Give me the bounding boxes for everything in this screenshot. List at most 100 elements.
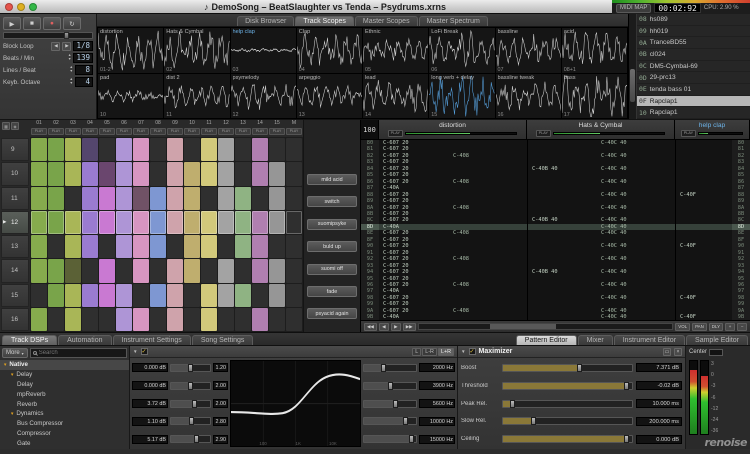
eq-frequency-value[interactable]: 5600 Hz (419, 399, 455, 409)
matrix-cell[interactable] (31, 235, 47, 259)
minimize-window-button[interactable] (17, 2, 25, 11)
matrix-cell[interactable] (116, 307, 132, 331)
matrix-cell[interactable] (82, 162, 98, 186)
spin-down-icon[interactable]: ▼ (69, 81, 73, 86)
matrix-cell[interactable] (116, 162, 132, 186)
eq-frequency-slider[interactable] (363, 435, 417, 444)
eq-frequency-slider[interactable] (363, 363, 417, 372)
matrix-mute-toggle[interactable]: PLAY (31, 128, 47, 135)
matrix-cell[interactable] (116, 283, 132, 307)
matrix-cell[interactable] (116, 259, 132, 283)
sequence-label[interactable]: suomipsyke (307, 218, 357, 230)
param-value[interactable]: 0.000 dB (636, 434, 682, 444)
matrix-cell[interactable] (31, 138, 47, 162)
eq-frequency-value[interactable]: 2000 Hz (419, 363, 455, 373)
collapse-device-icon[interactable]: ▼ (461, 349, 466, 354)
slider-handle[interactable] (393, 399, 399, 408)
matrix-cell[interactable] (99, 162, 115, 186)
eq-frequency-value[interactable]: 10000 Hz (419, 416, 455, 426)
slider-handle[interactable] (63, 32, 69, 39)
sequence-label[interactable]: suomi off (307, 263, 357, 275)
matrix-cell[interactable] (133, 235, 149, 259)
sequence-label[interactable]: mild acid (307, 174, 357, 185)
matrix-sequence-slot[interactable]: 16 (1, 307, 29, 331)
matrix-cell[interactable] (48, 210, 64, 234)
eq-bandwidth-value[interactable]: 2.90 (213, 434, 228, 444)
matrix-cell[interactable] (184, 162, 200, 186)
matrix-cell[interactable] (218, 283, 234, 307)
matrix-cell[interactable] (150, 162, 166, 186)
matrix-mute-toggle[interactable]: PLAY (133, 128, 149, 135)
instrument-item[interactable]: 0E tenda bass 01 (637, 84, 750, 96)
matrix-cell[interactable] (116, 186, 132, 210)
device-close-button[interactable]: × (674, 347, 682, 356)
matrix-cell[interactable] (201, 186, 217, 210)
matrix-cell[interactable] (269, 259, 285, 283)
matrix-mute-toggle[interactable]: PLAY (82, 128, 98, 135)
pattern-editor-grid[interactable]: 80 C-607 20 C-40C 40 80 81 C-607 20 81 82 C-607 … (361, 140, 750, 320)
matrix-cell[interactable] (235, 235, 251, 259)
matrix-cell[interactable] (252, 138, 268, 162)
matrix-mute-toggle[interactable]: PLAY (252, 128, 268, 135)
eq-gain-slider[interactable] (170, 363, 211, 372)
dsp-tree-item[interactable]: ▼ Delay (0, 370, 129, 380)
track-header-help-clap[interactable]: help clap PLAY (675, 120, 750, 139)
instrument-item[interactable]: 0F Rapclap1 (637, 95, 750, 108)
matrix-cell[interactable] (252, 235, 268, 259)
eq-gain-value[interactable]: 0.000 dB (132, 363, 168, 373)
slider-handle[interactable] (623, 435, 629, 444)
matrix-cell[interactable] (184, 235, 200, 259)
matrix-cell[interactable] (48, 186, 64, 210)
zoom-window-button[interactable] (29, 2, 37, 11)
matrix-cell[interactable] (99, 259, 115, 283)
matrix-cell[interactable] (201, 138, 217, 162)
matrix-cell[interactable] (235, 138, 251, 162)
matrix-cell[interactable] (133, 186, 149, 210)
scope-long-verb-delay[interactable]: long verb + delay 15 (429, 73, 495, 118)
matrix-cell[interactable] (252, 259, 268, 283)
go-next-button[interactable]: ▶ (390, 322, 401, 331)
param-value[interactable]: -0.02 dB (636, 381, 682, 391)
matrix-cell[interactable] (235, 283, 251, 307)
matrix-cell[interactable] (31, 283, 47, 307)
matrix-mute-toggle[interactable]: PLAY (167, 128, 183, 135)
matrix-cell[interactable] (201, 259, 217, 283)
matrix-cell[interactable] (269, 283, 285, 307)
matrix-cell[interactable] (82, 186, 98, 210)
bpm-value[interactable]: 139 (73, 53, 93, 63)
eq-gain-slider[interactable] (170, 381, 211, 390)
slider-handle[interactable] (388, 381, 394, 390)
param-slider[interactable] (502, 399, 633, 408)
matrix-cell[interactable] (82, 210, 98, 234)
matrix-cell[interactable] (150, 235, 166, 259)
scrollbar-thumb[interactable] (630, 68, 635, 103)
matrix-mute-toggle[interactable]: PLAY (65, 128, 81, 135)
block-loop-next-button[interactable]: ▶ (62, 41, 72, 51)
matrix-cell[interactable] (133, 138, 149, 162)
tab-sample-editor[interactable]: Sample Editor (686, 335, 748, 345)
eq-enabled-checkbox[interactable]: ✓ (140, 348, 148, 355)
slider-handle[interactable] (187, 381, 193, 390)
matrix-cell[interactable] (116, 138, 132, 162)
slider-handle[interactable] (409, 435, 415, 444)
param-value[interactable]: 7.371 dB (636, 363, 682, 373)
zoom-in-button[interactable]: + (725, 322, 735, 331)
channel-button-l-r[interactable]: L-R (422, 347, 437, 356)
device-minimize-button[interactable]: ▭ (663, 347, 671, 356)
matrix-cell[interactable] (31, 210, 47, 234)
matrix-mute-toggle[interactable]: PLAY (150, 128, 166, 135)
scope-pad[interactable]: pad 10 (98, 73, 164, 118)
midi-map-button[interactable]: MIDI MAP (616, 3, 652, 13)
scope-psymelody[interactable]: psymelody 12 (230, 73, 296, 118)
octave-value[interactable]: 4 (75, 77, 93, 87)
matrix-loop-button[interactable]: ◈ (11, 122, 19, 130)
matrix-mute-toggle[interactable]: PLAY (218, 128, 234, 135)
matrix-cell[interactable] (286, 307, 302, 331)
matrix-cell[interactable] (31, 259, 47, 283)
octave-spinner[interactable]: ▲ ▼ (69, 78, 73, 85)
search-box[interactable] (29, 348, 127, 358)
matrix-cell[interactable] (48, 259, 64, 283)
matrix-cell[interactable] (133, 307, 149, 331)
matrix-cell[interactable] (99, 307, 115, 331)
track-header-distortion[interactable]: distortion PLAY (379, 120, 527, 139)
